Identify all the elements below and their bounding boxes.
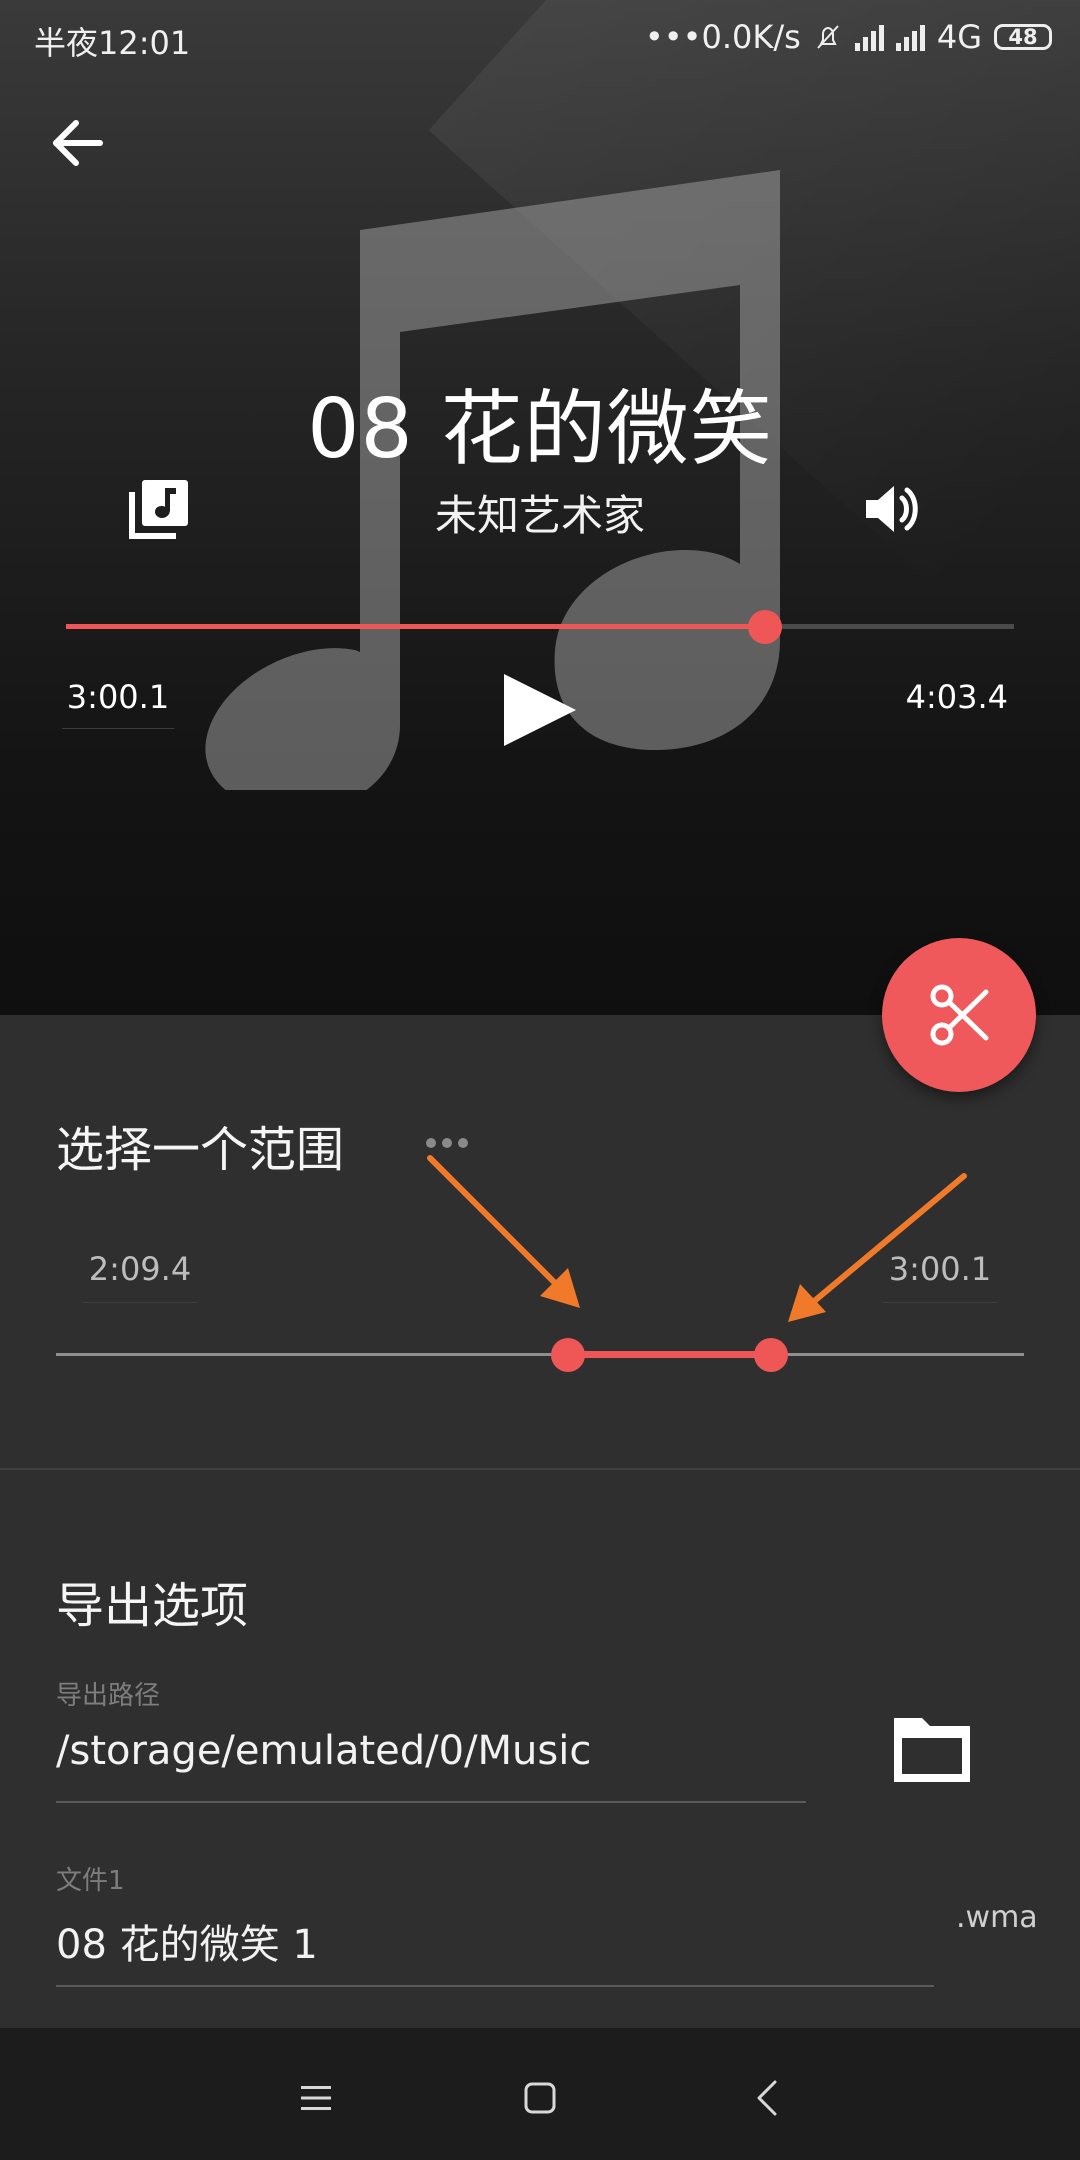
current-time: 3:00.1 bbox=[62, 678, 174, 729]
menu-icon bbox=[301, 2086, 331, 2110]
annotation-arrow-left bbox=[427, 1155, 580, 1308]
nav-menu-button[interactable] bbox=[286, 2068, 346, 2128]
player-header: 半夜12:01 •••0.0K/s 4G 48 08 花的微笑 未知艺术家 3:… bbox=[0, 0, 1080, 1015]
arrow-left-icon bbox=[53, 120, 103, 166]
scissors-icon bbox=[930, 984, 989, 1046]
export-section-title: 导出选项 bbox=[56, 1578, 249, 1634]
signal-icon bbox=[854, 23, 884, 51]
track-title: 08 花的微笑 bbox=[307, 382, 773, 477]
battery-icon: 48 bbox=[994, 24, 1052, 50]
file-name-field[interactable]: 08 花的微笑 1 bbox=[56, 1912, 318, 1970]
system-nav-bar bbox=[0, 2028, 1080, 2160]
seek-bar-progress bbox=[66, 624, 765, 629]
range-slider-selection bbox=[568, 1351, 772, 1358]
range-slider[interactable] bbox=[56, 1353, 1024, 1356]
folder-icon bbox=[894, 1718, 970, 1782]
signal-icon bbox=[895, 23, 925, 51]
network-speed: •••0.0K/s bbox=[644, 18, 801, 56]
chevron-left-icon bbox=[757, 2080, 777, 2116]
playlist-button[interactable] bbox=[128, 478, 190, 540]
range-end-thumb[interactable] bbox=[754, 1338, 789, 1372]
back-button[interactable] bbox=[40, 105, 120, 185]
seek-bar-thumb[interactable] bbox=[747, 610, 782, 644]
nav-home-button[interactable] bbox=[510, 2068, 570, 2128]
annotation-arrow-right bbox=[788, 1173, 967, 1322]
network-type: 4G bbox=[936, 18, 982, 56]
cut-button[interactable] bbox=[882, 938, 1036, 1092]
file-name-label: 文件1 bbox=[56, 1866, 125, 1896]
play-button[interactable] bbox=[500, 670, 580, 750]
export-path-label: 导出路径 bbox=[56, 1681, 161, 1711]
choose-folder-button[interactable] bbox=[892, 1712, 972, 1784]
status-indicators: •••0.0K/s 4G 48 bbox=[645, 18, 1052, 56]
volume-button[interactable] bbox=[862, 478, 924, 540]
export-path-field[interactable]: /storage/emulated/0/Music bbox=[56, 1728, 591, 1774]
range-start-thumb[interactable] bbox=[551, 1338, 586, 1372]
section-divider bbox=[0, 1468, 1080, 1470]
total-time: 4:03.4 bbox=[905, 678, 1008, 716]
mute-bell-icon bbox=[817, 25, 839, 49]
status-bar: 半夜12:01 •••0.0K/s 4G 48 bbox=[0, 0, 1080, 80]
export-path-underline bbox=[56, 1801, 806, 1803]
play-icon bbox=[504, 674, 576, 746]
home-icon bbox=[524, 2082, 556, 2114]
playlist-icon bbox=[129, 480, 188, 539]
file-name-underline bbox=[56, 1985, 934, 1987]
volume-icon bbox=[866, 486, 918, 532]
annotation-arrows bbox=[427, 1155, 967, 1322]
file-extension: .wma bbox=[956, 1900, 1038, 1935]
nav-back-button[interactable] bbox=[737, 2068, 797, 2128]
status-time: 半夜12:01 bbox=[34, 24, 191, 62]
